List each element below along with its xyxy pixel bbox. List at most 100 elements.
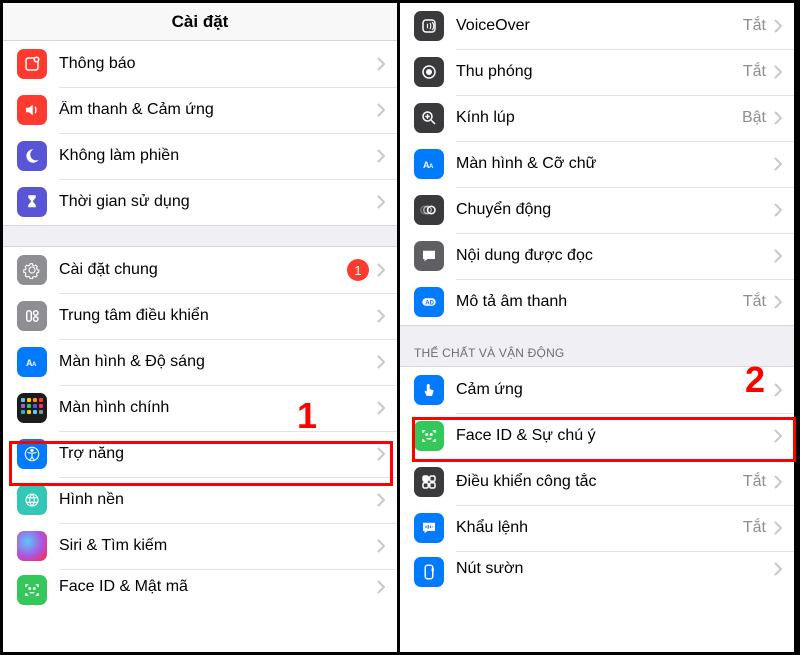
row-dieu-khien-cong-tac[interactable]: Điều khiển công tắc Tắt [400,459,794,505]
row-face-id-matma[interactable]: Face ID & Mật mã [3,569,397,605]
row-detail: Tắt [743,63,766,81]
row-detail: Tắt [743,293,766,311]
page-title: Cài đặt [3,3,397,41]
face-id-icon [17,575,47,605]
row-noi-dung-doc[interactable]: Nội dung được đọc [400,233,794,279]
zoom-icon [414,57,444,87]
chevron-right-icon [774,111,782,125]
row-label: Cài đặt chung [59,261,347,279]
chevron-right-icon [377,263,385,277]
row-cai-dat-chung[interactable]: Cài đặt chung 1 [3,247,397,293]
row-face-id-chu-y[interactable]: Face ID & Sự chú ý [400,413,794,459]
row-khong-lam-phien[interactable]: Không làm phiền [3,133,397,179]
row-man-hinh-co-chu[interactable]: AA Màn hình & Cỡ chữ [400,141,794,187]
row-detail: Bật [742,109,766,127]
chevron-right-icon [774,249,782,263]
chevron-right-icon [774,562,782,576]
chevron-right-icon [377,103,385,117]
row-label: VoiceOver [456,17,743,35]
home-screen-icon [17,393,47,423]
row-mo-ta-am-thanh[interactable]: AD Mô tả âm thanh Tắt [400,279,794,325]
face-id-icon [414,421,444,451]
chevron-right-icon [377,195,385,209]
row-label: Face ID & Sự chú ý [456,427,774,445]
gear-icon [17,255,47,285]
row-chuyen-dong[interactable]: Chuyển động [400,187,794,233]
display-text-icon: AA [414,149,444,179]
row-thu-phong[interactable]: Thu phóng Tắt [400,49,794,95]
chevron-right-icon [377,57,385,71]
chevron-right-icon [377,401,385,415]
row-label: Nút sườn [456,560,774,578]
svg-text:A: A [32,362,37,368]
row-label: Nội dung được đọc [456,247,774,265]
chevron-right-icon [774,157,782,171]
chevron-right-icon [377,580,385,594]
row-man-hinh-sang[interactable]: AA Màn hình & Độ sáng [3,339,397,385]
notification-badge: 1 [347,259,369,281]
row-hinh-nen[interactable]: Hình nền [3,477,397,523]
chevron-right-icon [774,429,782,443]
row-detail: Tắt [743,473,766,491]
sounds-icon [17,95,47,125]
chevron-right-icon [377,355,385,369]
row-label: Màn hình & Cỡ chữ [456,155,774,173]
row-label: Thông báo [59,55,377,73]
settings-pane-left: Cài đặt Thông báo Âm thanh & Cảm ứng Khô… [3,3,400,652]
row-label: Cảm ứng [456,381,774,399]
spoken-content-icon [414,241,444,271]
touch-icon [414,375,444,405]
svg-text:A: A [429,164,434,170]
row-cam-ung[interactable]: Cảm ứng [400,367,794,413]
audio-description-icon: AD [414,287,444,317]
chevron-right-icon [377,309,385,323]
chevron-right-icon [377,447,385,461]
voiceover-icon [414,11,444,41]
row-label: Chuyển động [456,201,774,219]
voice-control-icon [414,513,444,543]
row-label: Trung tâm điều khiển [59,307,377,325]
side-button-icon [414,557,444,587]
row-label: Không làm phiền [59,147,377,165]
magnifier-icon [414,103,444,133]
row-tro-nang[interactable]: Trợ năng [3,431,397,477]
settings-pane-right: VoiceOver Tắt Thu phóng Tắt Kính lúp Bật… [400,3,797,652]
row-label: Hình nền [59,491,377,509]
row-thong-bao[interactable]: Thông báo [3,41,397,87]
row-label: Trợ năng [59,445,377,463]
chevron-right-icon [774,475,782,489]
row-siri[interactable]: Siri & Tìm kiếm [3,523,397,569]
hourglass-icon [17,187,47,217]
row-label: Khẩu lệnh [456,519,743,537]
row-nut-suon[interactable]: Nút sườn [400,551,794,587]
row-label: Mô tả âm thanh [456,293,743,311]
text-size-icon: AA [17,347,47,377]
row-am-thanh[interactable]: Âm thanh & Cảm ứng [3,87,397,133]
row-label: Màn hình chính [59,399,377,417]
row-thoi-gian[interactable]: Thời gian sử dụng [3,179,397,225]
group-separator [3,225,397,247]
row-detail: Tắt [743,17,766,35]
row-label: Face ID & Mật mã [59,578,377,596]
row-kinh-lup[interactable]: Kính lúp Bật [400,95,794,141]
chevron-right-icon [774,19,782,33]
row-label: Siri & Tìm kiếm [59,537,377,555]
control-center-icon [17,301,47,331]
row-label: Âm thanh & Cảm ứng [59,101,377,119]
chevron-right-icon [774,383,782,397]
row-voiceover[interactable]: VoiceOver Tắt [400,3,794,49]
row-label: Màn hình & Độ sáng [59,353,377,371]
notifications-icon [17,49,47,79]
row-label: Thời gian sử dụng [59,193,377,211]
wallpaper-icon [17,485,47,515]
row-label: Điều khiển công tắc [456,473,743,491]
chevron-right-icon [377,539,385,553]
row-khau-lenh[interactable]: Khẩu lệnh Tắt [400,505,794,551]
chevron-right-icon [774,295,782,309]
row-man-hinh-chinh[interactable]: Màn hình chính [3,385,397,431]
chevron-right-icon [774,203,782,217]
row-label: Thu phóng [456,63,743,81]
accessibility-icon [17,439,47,469]
row-detail: Tắt [743,519,766,537]
row-trung-tam[interactable]: Trung tâm điều khiển [3,293,397,339]
